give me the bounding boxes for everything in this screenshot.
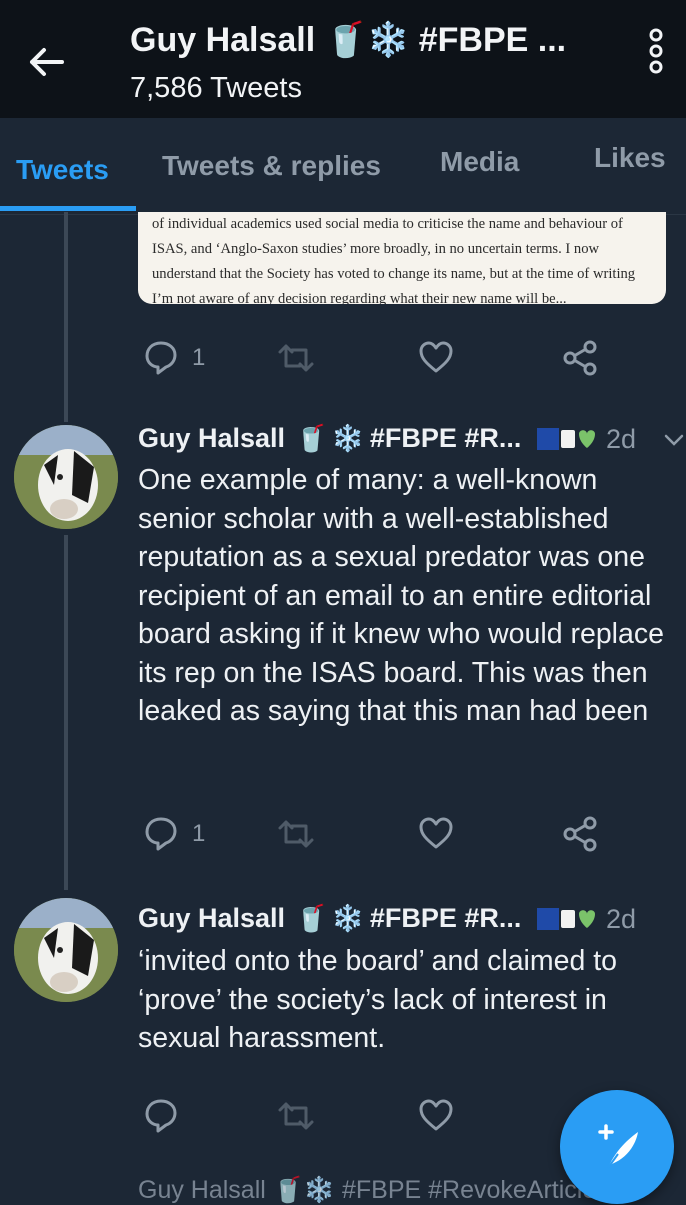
snowflake-icon: ❄️: [331, 902, 364, 933]
author-handle: #FBPE #R...: [369, 902, 522, 933]
snippet-line: of individual academics used social medi…: [152, 216, 623, 232]
like-icon: [419, 817, 453, 849]
tab-likes[interactable]: Likes: [594, 142, 666, 174]
snippet-line: understand that the Society has voted to…: [152, 266, 636, 282]
share-button[interactable]: [562, 340, 598, 376]
tweet-actions: 1: [138, 340, 658, 380]
author-handle: #FBPE #R...: [369, 422, 522, 453]
retweet-button[interactable]: [276, 340, 316, 376]
next-tweet-author-row: Guy Halsall 🥤❄️ #FBPE #RevokeArticle: [138, 1176, 597, 1204]
reply-icon: [145, 341, 177, 375]
tweet-author-row: Guy Halsall 🥤 ❄️ #FBPE #R...: [138, 418, 521, 458]
flag-heart-icon: [537, 428, 595, 450]
like-button[interactable]: [418, 340, 454, 374]
reply-button[interactable]: [144, 1098, 178, 1134]
more-icon[interactable]: [646, 28, 666, 74]
reply-button[interactable]: 1: [144, 816, 205, 852]
reply-count: 1: [192, 344, 206, 371]
retweet-button[interactable]: [276, 816, 316, 852]
tweet-author-row: Guy Halsall 🥤 ❄️ #FBPE #R...: [138, 898, 521, 938]
share-icon: [563, 340, 597, 376]
like-icon: [419, 341, 453, 373]
reply-count: 1: [192, 820, 206, 847]
retweet-icon: [278, 1102, 314, 1130]
retweet-button[interactable]: [276, 1098, 316, 1134]
tweet-actions: 1: [138, 816, 658, 856]
reply-icon: [145, 1099, 177, 1133]
like-button[interactable]: [418, 816, 454, 850]
profile-tabs: Tweets Tweets & replies Media Likes: [0, 118, 686, 215]
tweet-time: 2d: [606, 424, 637, 454]
reply-icon: [145, 817, 177, 851]
retweet-icon: [278, 344, 314, 372]
share-icon: [563, 816, 597, 852]
tab-tweets-replies[interactable]: Tweets & replies: [162, 150, 381, 182]
cup-emoji-icon: 🥤: [295, 422, 328, 453]
snowflake-icon: ❄️: [331, 422, 364, 453]
like-button[interactable]: [418, 1098, 454, 1132]
author-name[interactable]: Guy Halsall: [138, 903, 285, 934]
snippet-line: ISAS, and ‘Anglo-Saxon studies’ more bro…: [152, 241, 600, 257]
chevron-down-icon[interactable]: [662, 428, 686, 452]
cup-emoji-icon: 🥤: [295, 902, 328, 933]
active-tab-indicator: [0, 206, 136, 211]
compose-icon: [598, 1124, 638, 1169]
tweet-text: One example of many: a well-known senior…: [138, 464, 664, 727]
tweet-count: 7,586 Tweets: [130, 72, 302, 104]
reply-button[interactable]: 1: [144, 340, 205, 376]
tab-media[interactable]: Media: [440, 146, 519, 178]
attached-image[interactable]: of individual academics used social medi…: [138, 212, 666, 304]
author-name[interactable]: Guy Halsall: [138, 423, 285, 454]
share-button[interactable]: [562, 816, 598, 852]
thread-line: [64, 212, 68, 422]
tweet-time: 2d: [606, 904, 637, 934]
snippet-line: I’m not aware of any decision regarding …: [152, 291, 567, 304]
like-icon: [419, 1099, 453, 1131]
avatar[interactable]: [14, 425, 118, 529]
flag-heart-icon: [537, 908, 595, 930]
back-arrow-icon[interactable]: [26, 42, 66, 82]
thread-line: [64, 535, 68, 890]
profile-title: Guy Halsall 🥤❄️ #FBPE ...: [130, 21, 567, 59]
tweet-text: ‘invited onto the board’ and claimed to …: [138, 945, 618, 1054]
avatar[interactable]: [14, 898, 118, 1002]
profile-header: Guy Halsall 🥤❄️ #FBPE ... 7,586 Tweets: [0, 0, 686, 118]
retweet-icon: [278, 820, 314, 848]
tab-tweets[interactable]: Tweets: [16, 154, 109, 186]
compose-button[interactable]: [560, 1090, 674, 1204]
